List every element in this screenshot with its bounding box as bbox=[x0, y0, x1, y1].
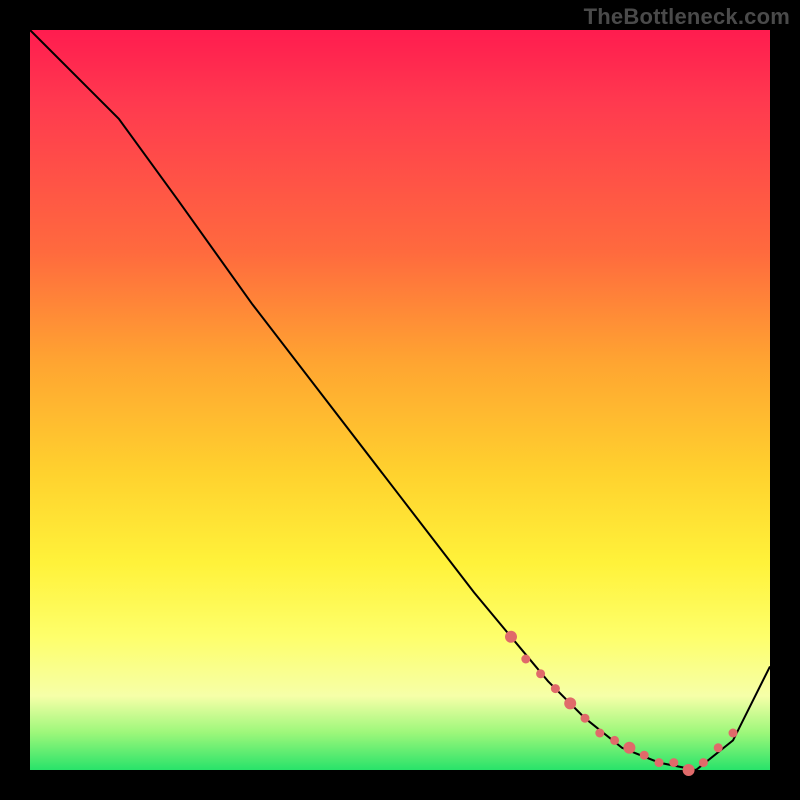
watermark-text: TheBottleneck.com bbox=[584, 4, 790, 30]
bottleneck-curve bbox=[30, 30, 770, 770]
highlight-dot bbox=[640, 751, 649, 760]
highlight-dot bbox=[551, 684, 560, 693]
highlight-dot bbox=[729, 729, 738, 738]
highlight-dot bbox=[655, 758, 664, 767]
curve-path bbox=[30, 30, 770, 770]
optimal-range-dots bbox=[505, 631, 738, 776]
highlight-dot bbox=[683, 764, 695, 776]
highlight-dot bbox=[536, 669, 545, 678]
highlight-dot bbox=[581, 714, 590, 723]
highlight-dot bbox=[699, 758, 708, 767]
highlight-dot bbox=[610, 736, 619, 745]
highlight-dot bbox=[595, 729, 604, 738]
plot-area bbox=[30, 30, 770, 770]
highlight-dot bbox=[669, 758, 678, 767]
highlight-dot bbox=[623, 742, 635, 754]
highlight-dot bbox=[714, 743, 723, 752]
highlight-dot bbox=[521, 655, 530, 664]
chart-frame: TheBottleneck.com bbox=[0, 0, 800, 800]
highlight-dot bbox=[564, 697, 576, 709]
highlight-dot bbox=[505, 631, 517, 643]
